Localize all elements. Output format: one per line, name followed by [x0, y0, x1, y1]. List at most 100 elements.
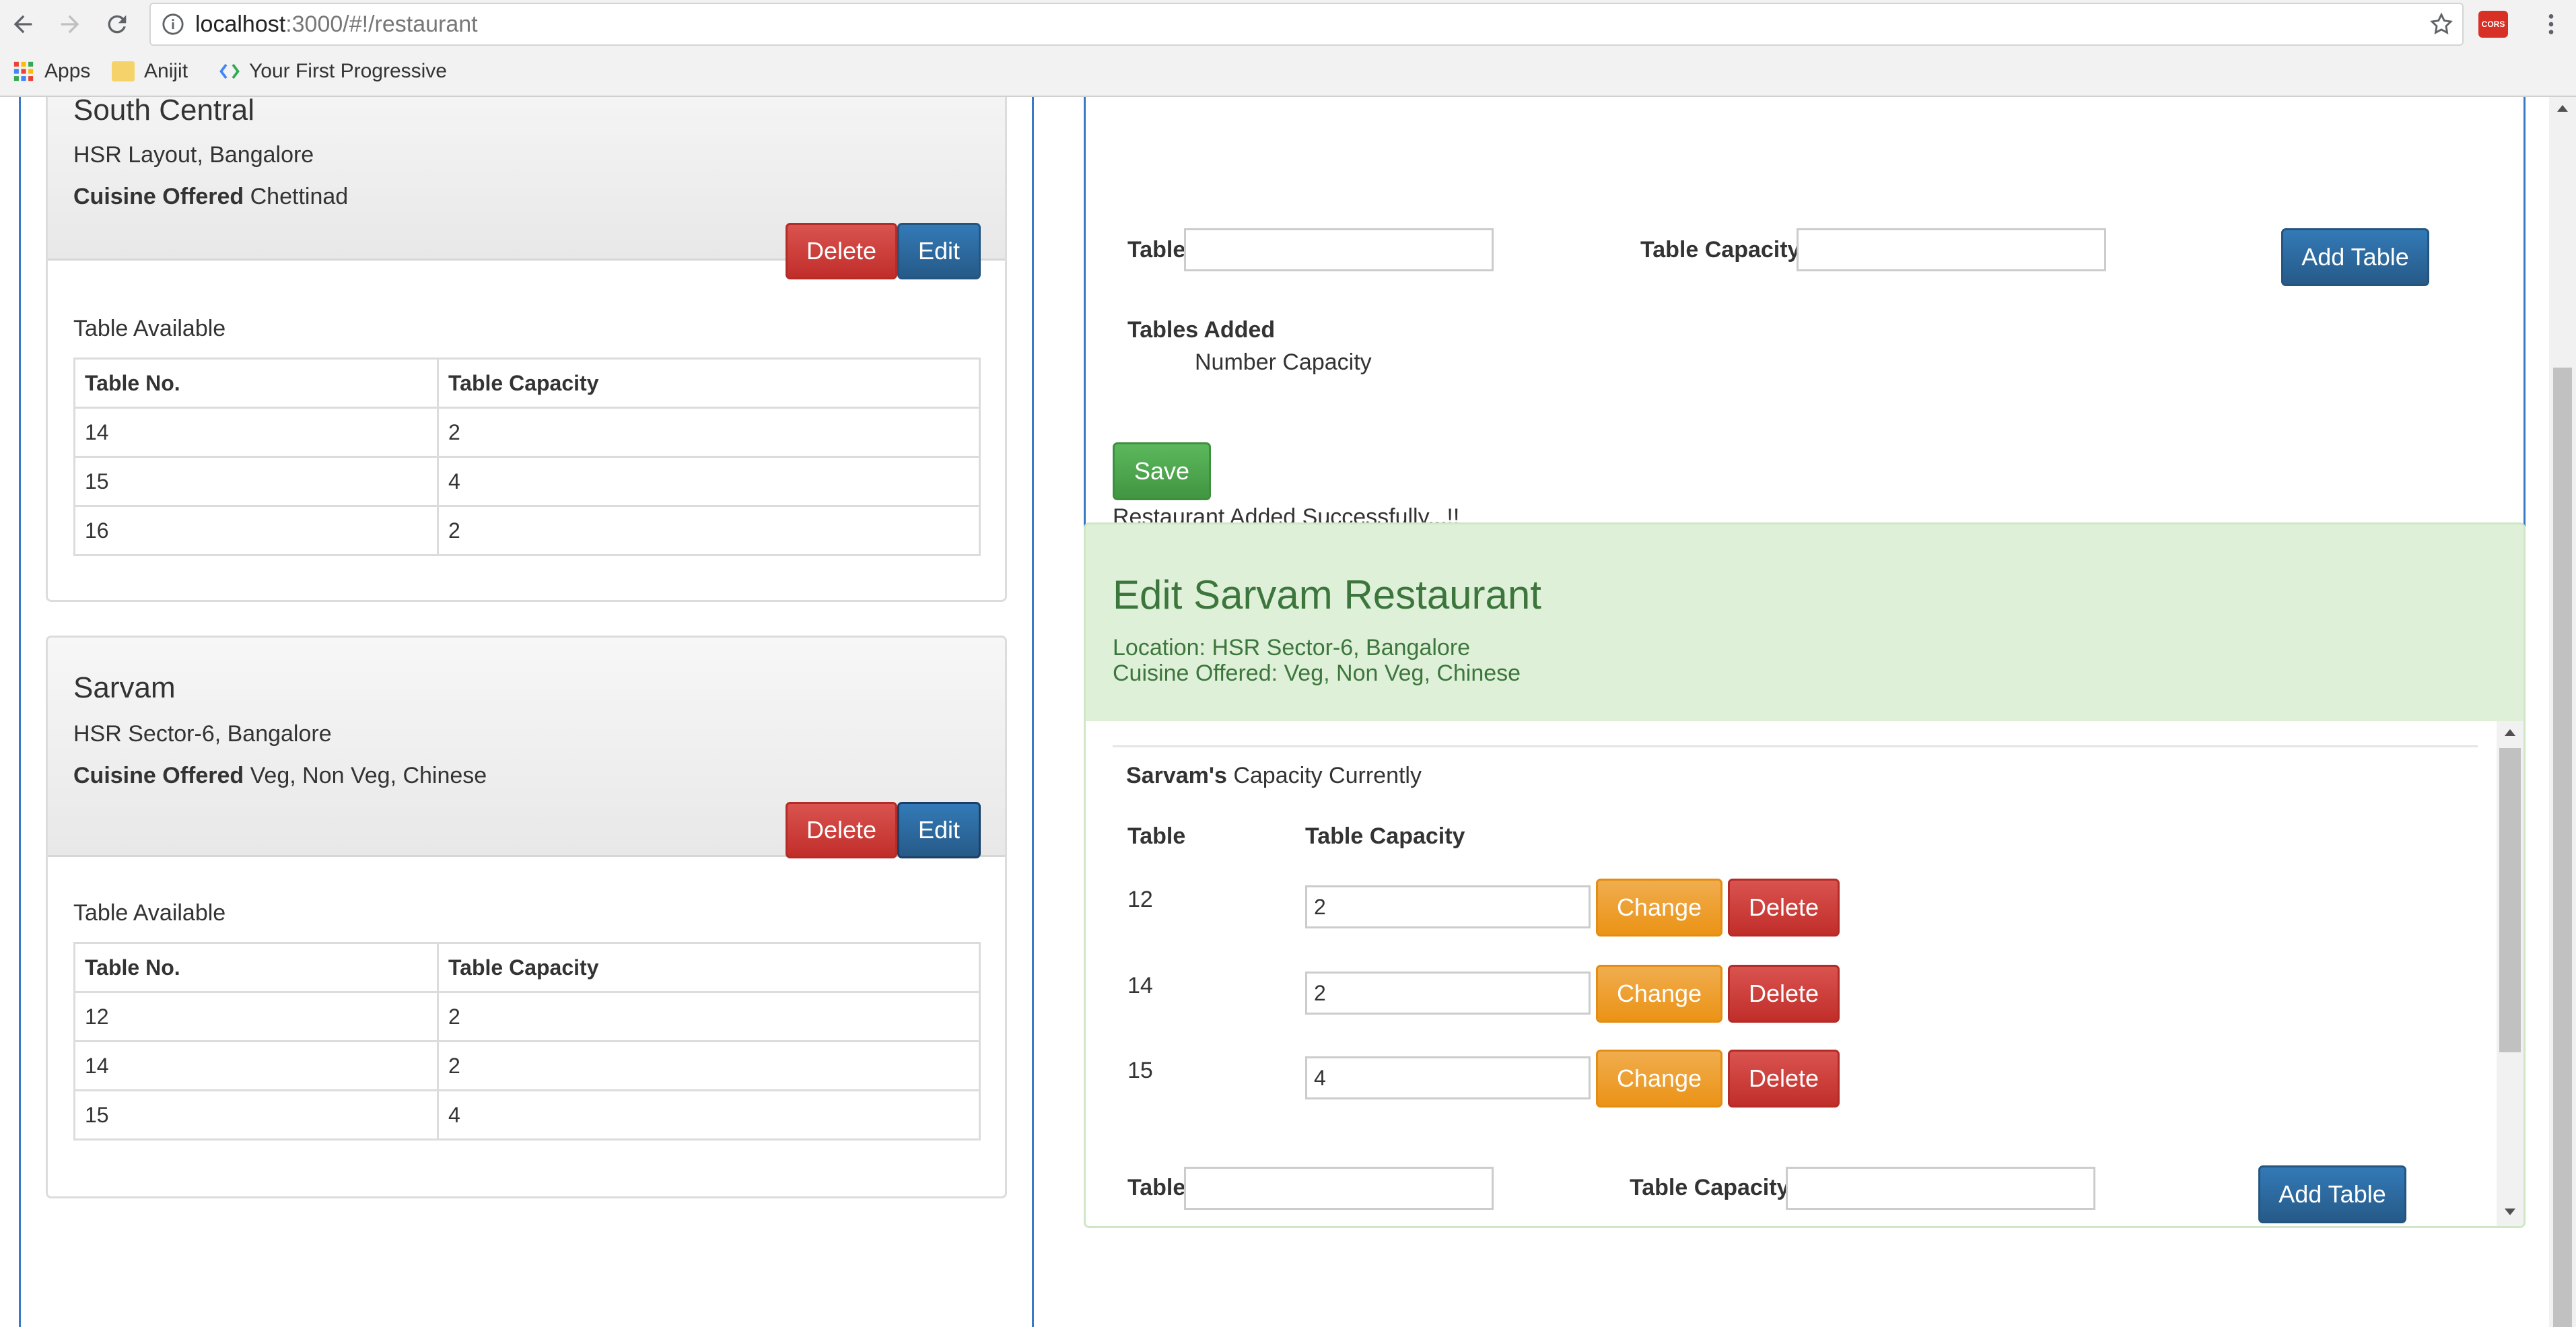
table-header-row: Table No. Table Capacity	[73, 358, 981, 409]
add-restaurant-form: Table Table Capacity Add Table Tables Ad…	[1084, 97, 2526, 584]
table-capacity-cell: 4	[437, 456, 981, 507]
tables-added-header: Number Capacity	[1195, 349, 1372, 375]
change-button[interactable]: Change	[1596, 879, 1722, 937]
column-header: Table Capacity	[437, 942, 981, 993]
table-row: 15 4	[73, 456, 981, 507]
bookmark-first-progressive-label: Your First Progressive	[249, 60, 447, 82]
delete-restaurant-button[interactable]: Delete	[786, 802, 897, 858]
tables-added-label: Tables Added	[1127, 317, 1276, 343]
scroll-down-icon[interactable]	[2503, 1207, 2517, 1220]
left-column-border-right	[1032, 97, 1034, 1327]
table-row: 14 2	[73, 407, 981, 458]
delete-table-button[interactable]: Delete	[1728, 879, 1840, 937]
column-header-table: Table	[1127, 823, 1186, 849]
table-capacity-cell: 2	[437, 505, 981, 556]
cuisine-value: Veg, Non Veg, Chinese	[250, 763, 487, 788]
table-number-cell: 15	[73, 456, 439, 507]
edit-panel-cuisine: Cuisine Offered: Veg, Non Veg, Chinese	[1113, 660, 1521, 686]
table-label: Table	[1127, 237, 1186, 263]
column-header: Table No.	[73, 942, 439, 993]
capacity-input[interactable]: 2	[1305, 885, 1591, 928]
restaurant-name: Sarvam	[73, 671, 176, 704]
column-header-capacity: Table Capacity	[1305, 823, 1465, 849]
restaurant-cuisine: Cuisine Offered Veg, Non Veg, Chinese	[73, 763, 487, 789]
delete-table-button[interactable]: Delete	[1728, 965, 1840, 1023]
edit-restaurant-button[interactable]: Edit	[897, 802, 981, 858]
menu-icon[interactable]	[2538, 11, 2565, 38]
capacity-input[interactable]: 4	[1305, 1056, 1591, 1099]
page-scroll-up-icon[interactable]	[2556, 104, 2569, 116]
table-available-label: Table Available	[73, 900, 226, 926]
edit-restaurant-panel: Edit Sarvam Restaurant Location: HSR Sec…	[1084, 522, 2526, 1228]
table-capacity-input[interactable]	[1797, 228, 2106, 271]
capacity-heading: Sarvam's Capacity Currently	[1126, 763, 1422, 789]
delete-table-button[interactable]: Delete	[1728, 1050, 1840, 1108]
table-capacity-label: Table Capacity	[1630, 1175, 1790, 1200]
edit-panel-body: Sarvam's Capacity Currently Table Table …	[1086, 721, 2523, 1226]
bookmark-first-progressive[interactable]: Your First Progressive	[219, 55, 447, 88]
restaurant-card: South Central HSR Layout, Bangalore Cuis…	[46, 97, 1007, 602]
table-number-cell: 12	[73, 991, 439, 1042]
restaurant-location: HSR Sector-6, Bangalore	[73, 721, 332, 747]
capacity-input[interactable]: 2	[1305, 972, 1591, 1015]
table-number-input[interactable]	[1184, 228, 1494, 271]
column-header: Table Capacity	[437, 358, 981, 409]
table-capacity-input[interactable]	[1786, 1167, 2095, 1210]
restaurant-location: HSR Layout, Bangalore	[73, 142, 314, 168]
tables-table: Table No. Table Capacity 12 2 14 2 15 4	[73, 942, 981, 1141]
capacity-suffix: Capacity Currently	[1233, 763, 1422, 788]
table-header-row: Table No. Table Capacity	[73, 942, 981, 993]
table-number-input[interactable]	[1184, 1167, 1494, 1210]
add-table-button[interactable]: Add Table	[2281, 228, 2429, 286]
edit-panel-header: Edit Sarvam Restaurant Location: HSR Sec…	[1086, 524, 2523, 721]
change-button[interactable]: Change	[1596, 1050, 1722, 1108]
panel-scrollbar[interactable]	[2497, 721, 2523, 1226]
panel-scrollbar-thumb[interactable]	[2499, 748, 2521, 1052]
delete-restaurant-button[interactable]: Delete	[786, 223, 897, 279]
table-number-cell: 16	[73, 505, 439, 556]
divider	[1113, 745, 2478, 747]
table-available-label: Table Available	[73, 316, 226, 341]
add-table-button[interactable]: Add Table	[2258, 1165, 2406, 1223]
table-number: 12	[1127, 887, 1153, 912]
url-text: localhost:3000/#!/restaurant	[195, 11, 478, 37]
edit-panel-title: Edit Sarvam Restaurant	[1113, 572, 1541, 617]
cuisine-label: Cuisine Offered	[73, 184, 244, 209]
scroll-up-icon[interactable]	[2503, 728, 2517, 741]
bookmark-anijit[interactable]: Anijit	[112, 55, 188, 88]
bookmark-apps-label: Apps	[44, 60, 91, 82]
edit-restaurant-button[interactable]: Edit	[897, 223, 981, 279]
table-capacity-label: Table Capacity	[1640, 237, 1801, 263]
table-row: 12 2	[73, 991, 981, 1042]
edit-panel-location: Location: HSR Sector-6, Bangalore	[1113, 635, 1471, 660]
table-number: 15	[1127, 1058, 1153, 1083]
tables-table: Table No. Table Capacity 14 2 15 4 16 2	[73, 358, 981, 556]
folder-icon	[112, 61, 135, 81]
forward-icon[interactable]	[53, 7, 88, 42]
bookmark-star-icon[interactable]	[2429, 11, 2454, 40]
cors-extension-icon[interactable]: CORS	[2478, 11, 2508, 38]
info-icon[interactable]	[162, 13, 184, 39]
reload-icon[interactable]	[100, 7, 135, 42]
table-capacity-cell: 2	[437, 407, 981, 458]
save-button[interactable]: Save	[1113, 442, 1211, 500]
column-header: Table No.	[73, 358, 439, 409]
table-capacity-cell: 2	[437, 991, 981, 1042]
table-row: 14 2	[73, 1040, 981, 1091]
browser-chrome: localhost:3000/#!/restaurant CORS Apps A…	[0, 0, 2576, 97]
restaurant-name: South Central	[73, 97, 255, 127]
back-icon[interactable]	[5, 7, 40, 42]
bookmark-anijit-label: Anijit	[144, 60, 188, 82]
restaurant-card-header: Sarvam HSR Sector-6, Bangalore Cuisine O…	[48, 638, 1005, 858]
bookmark-apps[interactable]: Apps	[12, 55, 90, 88]
page-scrollbar[interactable]	[2549, 97, 2576, 1327]
cuisine-label: Cuisine Offered	[73, 763, 244, 788]
table-row: 16 2	[73, 505, 981, 556]
address-bar[interactable]: localhost:3000/#!/restaurant	[149, 3, 2464, 46]
table-number-cell: 14	[73, 1040, 439, 1091]
change-button[interactable]: Change	[1596, 965, 1722, 1023]
table-label: Table	[1127, 1175, 1186, 1200]
apps-grid-icon	[12, 60, 35, 83]
page-content: South Central HSR Layout, Bangalore Cuis…	[0, 97, 2576, 1327]
page-scrollbar-thumb[interactable]	[2553, 368, 2572, 1327]
